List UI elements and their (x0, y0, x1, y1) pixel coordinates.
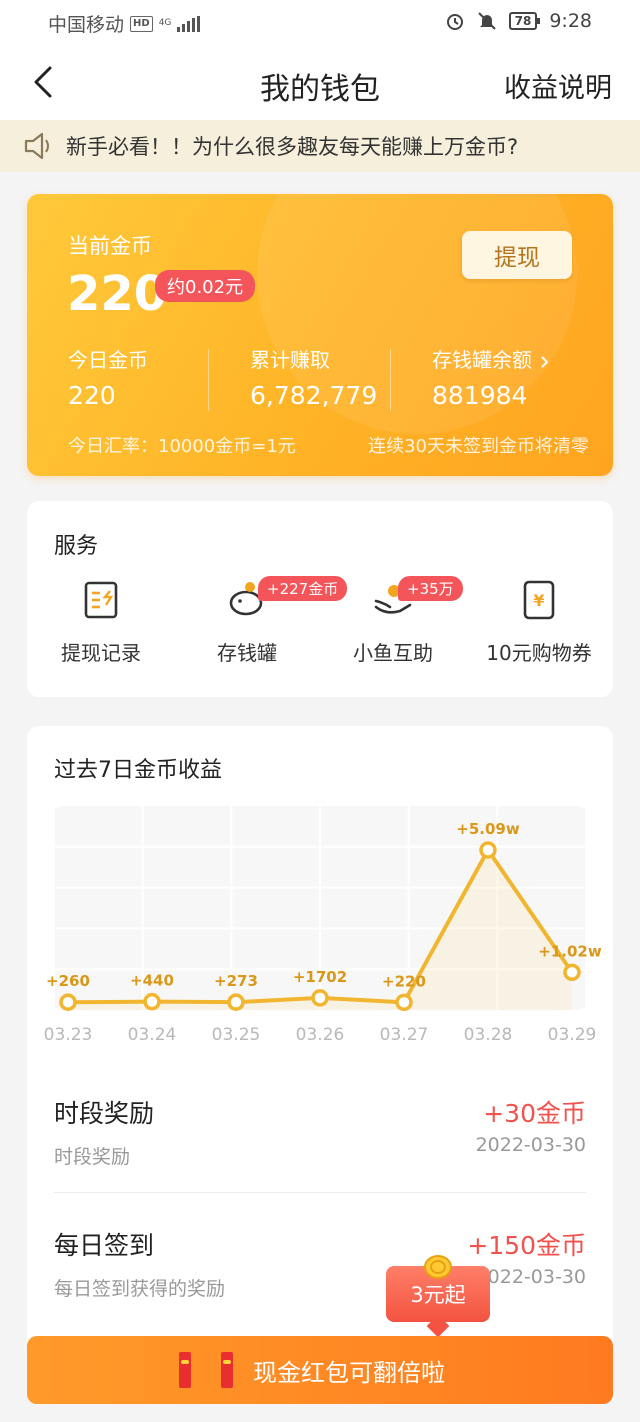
today-coins-value: 220 (68, 381, 116, 410)
today-coins-label: 今日金币 (68, 348, 148, 372)
reward-date: 2022-03-30 (475, 1134, 586, 1156)
reward-row[interactable]: 每日签到 每日签到获得的奖励 +150金币 2022-03-30 (54, 1226, 586, 1301)
fish-aid-badge: +35万 (398, 576, 463, 601)
x-tick-label: 03.25 (212, 1025, 261, 1045)
status-bar: 中国移动 HD 4G 78 9:28 (0, 0, 640, 44)
service-coupon[interactable]: ¥ 10元购物券 (469, 577, 609, 666)
data-point (227, 993, 245, 1011)
network-type: 4G (158, 18, 172, 28)
data-point (311, 989, 329, 1007)
chevron-right-icon (541, 355, 549, 368)
promo-tag[interactable]: 3元起 (386, 1252, 490, 1338)
notice-banner[interactable]: 新手必看！！为什么很多趣友每天能赚上万金币? (0, 120, 640, 172)
cny-estimate-badge: 约0.02元 (155, 270, 256, 302)
speaker-icon (24, 132, 49, 160)
piggy-balance-label: 存钱罐余额 (432, 348, 532, 372)
divider (208, 349, 209, 411)
x-tick-label: 03.24 (128, 1025, 177, 1045)
red-envelope-icon (179, 1352, 191, 1388)
earnings-info-link[interactable]: 收益说明 (504, 66, 612, 105)
x-tick-label: 03.28 (464, 1025, 513, 1045)
x-tick-label: 03.29 (548, 1025, 597, 1045)
total-earned-label: 累计赚取 (250, 348, 330, 372)
data-label: +1.02w (538, 942, 602, 960)
data-label: +1702 (293, 968, 347, 986)
data-label: +260 (46, 972, 90, 990)
exchange-rate-text: 今日汇率：10000金币=1元 (68, 436, 296, 457)
earnings-title: 过去7日金币收益 (54, 758, 222, 783)
service-fish-mutual-aid[interactable]: 小鱼互助 +35万 (323, 576, 463, 666)
carrier-name: 中国移动 (48, 14, 125, 36)
divider (54, 1192, 586, 1193)
today-coins: 今日金币 220 (68, 344, 148, 410)
svg-text:¥: ¥ (533, 591, 544, 610)
cash-red-packet-bar[interactable]: 现金红包可翻倍啦 (27, 1336, 613, 1404)
total-earned-value: 6,782,779 (250, 381, 378, 410)
data-label: +440 (130, 972, 174, 990)
signal-icon (177, 15, 201, 32)
reward-row[interactable]: 时段奖励 时段奖励 +30金币 2022-03-30 (54, 1094, 586, 1169)
withdraw-record-icon (84, 581, 118, 619)
service-label: 存钱罐 (217, 641, 277, 665)
back-arrow-icon[interactable] (26, 62, 66, 102)
services-panel: 服务 提现记录 存钱罐 +227金币 小鱼互助 +35万 ¥ 10元购物券 (27, 501, 613, 697)
clock: 9:28 (549, 10, 592, 32)
piggy-balance[interactable]: 存钱罐余额 881984 (432, 344, 552, 410)
data-label: +273 (214, 972, 258, 990)
data-point (59, 993, 77, 1011)
data-point (143, 992, 161, 1011)
bottom-bar-text: 现金红包可翻倍啦 (253, 1358, 445, 1387)
alarm-icon (446, 14, 463, 30)
status-left: 中国移动 HD 4G (48, 10, 201, 37)
data-label: +5.09w (456, 820, 520, 838)
gold-coin-icon (424, 1255, 452, 1279)
data-label: +220 (382, 972, 426, 990)
service-label: 提现记录 (61, 641, 141, 665)
total-earned: 累计赚取 6,782,779 (250, 344, 377, 410)
service-label: 10元购物券 (486, 641, 592, 665)
service-piggy-bank[interactable]: 存钱罐 +227金币 (177, 576, 348, 666)
service-label: 小鱼互助 (353, 641, 433, 665)
services-title: 服务 (54, 534, 99, 559)
withdraw-button[interactable]: 提现 (462, 231, 572, 279)
reward-amount: +30金币 (483, 1099, 586, 1128)
promo-text: 3元起 (410, 1283, 466, 1307)
coupon-icon: ¥ (523, 580, 555, 620)
x-tick-label: 03.26 (296, 1025, 345, 1045)
service-withdraw-record[interactable]: 提现记录 (31, 577, 171, 666)
piggy-balance-value: 881984 (432, 381, 528, 410)
x-tick-label: 03.27 (380, 1025, 429, 1045)
mute-bell-icon (477, 12, 496, 30)
battery-icon: 78 (508, 12, 541, 30)
current-coins-value: 220 (67, 266, 168, 322)
current-coins-label: 当前金币 (68, 234, 152, 258)
expiry-warning-text: 连续30天未签到金币将清零 (368, 436, 589, 457)
data-point (563, 963, 581, 982)
red-envelope-icon (221, 1352, 233, 1388)
data-point (479, 841, 497, 859)
notice-text: 新手必看！！为什么很多趣友每天能赚上万金币? (66, 135, 519, 159)
x-tick-label: 03.23 (44, 1025, 93, 1045)
earnings-chart: +260 03.23 +440 03.24 +273 03.25 +1702 03.26 +22… (44, 806, 602, 1045)
status-right: 78 9:28 (445, 10, 592, 32)
earnings-panel: 过去7日金币收益 +260 03.23 +440 03.24 +273 03.25 +170… (27, 726, 613, 1366)
reward-date: 2022-03-30 (475, 1266, 586, 1288)
hd-badge: HD (130, 15, 153, 32)
divider (390, 349, 391, 411)
data-point (395, 993, 413, 1012)
nav-bar: 我的钱包 收益说明 (0, 44, 640, 120)
coin-card: 当前金币 220 约0.02元 提现 今日金币 220 累计赚取 6,782,7… (27, 194, 613, 476)
